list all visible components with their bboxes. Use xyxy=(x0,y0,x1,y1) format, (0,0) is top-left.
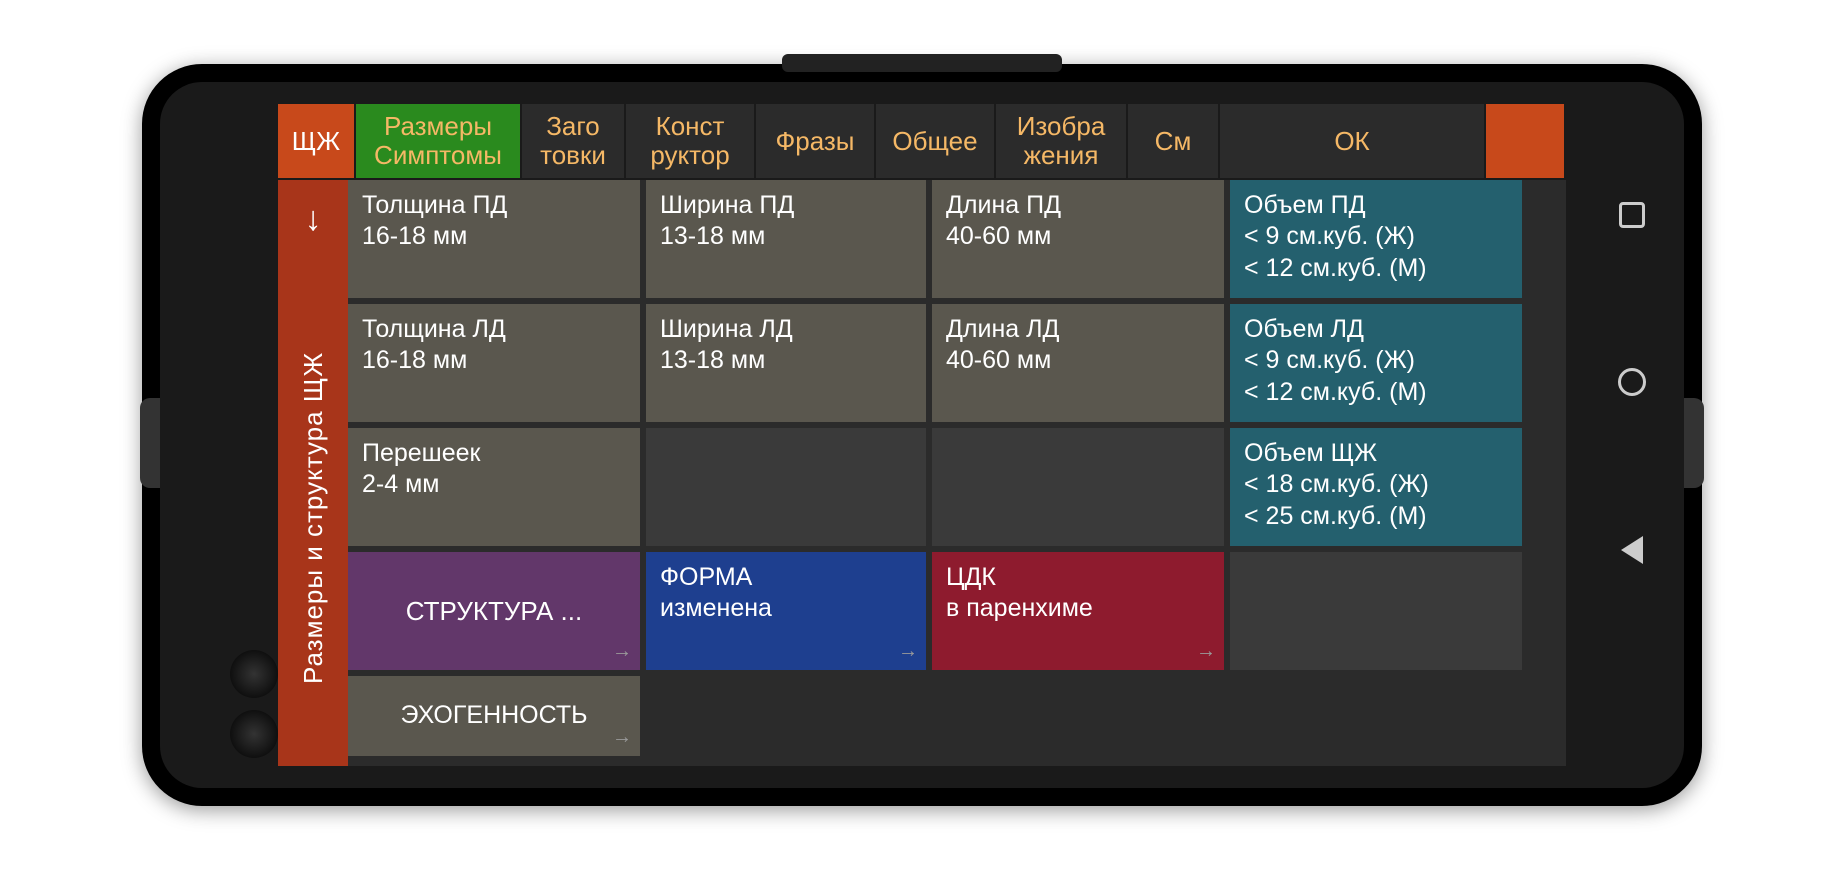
tab-organ[interactable]: ЩЖ xyxy=(278,104,356,178)
tab-label: ЩЖ xyxy=(292,127,340,156)
cell-value: < 18 см.куб. (Ж) < 25 см.куб. (М) xyxy=(1244,469,1508,532)
body-row: ↓ Размеры и структура ЩЖ Толщина ПД 16-1… xyxy=(278,180,1566,766)
tab-label: ОК xyxy=(1334,127,1369,156)
cell-value: 16-18 мм xyxy=(362,221,626,252)
sidebar: ↓ Размеры и структура ЩЖ xyxy=(278,180,348,766)
chevron-right-icon: → xyxy=(898,639,918,664)
cell-structure[interactable]: СТРУКТУРА ... → xyxy=(348,552,640,670)
tab-cm[interactable]: См xyxy=(1128,104,1220,178)
camera-lens-2 xyxy=(230,710,278,758)
cell-isthmus[interactable]: Перешеек 2-4 мм xyxy=(348,428,640,546)
tab-label: См xyxy=(1155,127,1192,156)
tab-bar: ЩЖ Размеры Симптомы Заго товки Конст рук… xyxy=(278,104,1566,180)
cell-value: 13-18 мм xyxy=(660,221,912,252)
cell-form[interactable]: ФОРМА изменена → xyxy=(646,552,926,670)
app-screen: ЩЖ Размеры Симптомы Заго товки Конст рук… xyxy=(278,104,1566,766)
cell-cdk[interactable]: ЦДК в паренхиме → xyxy=(932,552,1224,670)
tab-label: Общее xyxy=(892,127,977,156)
phone-inner: ЩЖ Размеры Симптомы Заго товки Конст рук… xyxy=(160,82,1684,788)
scroll-down-icon[interactable]: ↓ xyxy=(305,180,322,259)
cell-volume-ld[interactable]: Объем ЛД < 9 см.куб. (Ж) < 12 см.куб. (М… xyxy=(1230,304,1522,422)
cell-title: ЦДК xyxy=(946,562,1210,593)
cell-thickness-pd[interactable]: Толщина ПД 16-18 мм xyxy=(348,180,640,298)
cell-title: Длина ЛД xyxy=(946,314,1210,345)
cell-title: Длина ПД xyxy=(946,190,1210,221)
cell-length-ld[interactable]: Длина ЛД 40-60 мм xyxy=(932,304,1224,422)
cell-value: 2-4 мм xyxy=(362,469,626,500)
cell-title: Объем ЛД xyxy=(1244,314,1508,345)
cell-value: изменена xyxy=(660,593,912,624)
cell-title: ЭХОГЕННОСТЬ xyxy=(400,700,587,731)
camera-lens-1 xyxy=(230,650,278,698)
tab-label: Фразы xyxy=(775,127,854,156)
main-grid: Толщина ПД 16-18 мм Ширина ПД 13-18 мм Д… xyxy=(348,180,1566,766)
tab-images[interactable]: Изобра жения xyxy=(996,104,1128,178)
chevron-right-icon: → xyxy=(612,725,632,750)
cell-thickness-ld[interactable]: Толщина ЛД 16-18 мм xyxy=(348,304,640,422)
cell-title: ФОРМА xyxy=(660,562,912,593)
phone-frame: ЩЖ Размеры Симптомы Заго товки Конст рук… xyxy=(142,64,1702,806)
cell-volume-pd[interactable]: Объем ПД < 9 см.куб. (Ж) < 12 см.куб. (М… xyxy=(1230,180,1522,298)
cell-empty xyxy=(646,428,926,546)
cell-value: 13-18 мм xyxy=(660,345,912,376)
chevron-right-icon: → xyxy=(612,639,632,664)
cell-title: Толщина ПД xyxy=(362,190,626,221)
tab-label: Изобра жения xyxy=(1017,112,1106,169)
cell-title: Толщина ЛД xyxy=(362,314,626,345)
cell-length-pd[interactable]: Длина ПД 40-60 мм xyxy=(932,180,1224,298)
cell-value: 16-18 мм xyxy=(362,345,626,376)
tab-end-accent[interactable] xyxy=(1486,104,1566,178)
tab-label: Конст руктор xyxy=(650,112,729,169)
side-notch-left xyxy=(140,398,162,488)
tab-general[interactable]: Общее xyxy=(876,104,996,178)
cell-empty xyxy=(1230,552,1522,670)
side-notch-right xyxy=(1682,398,1704,488)
cell-volume-total[interactable]: Объем ЩЖ < 18 см.куб. (Ж) < 25 см.куб. (… xyxy=(1230,428,1522,546)
tab-label: Заго товки xyxy=(540,112,606,169)
back-icon[interactable] xyxy=(1621,536,1643,564)
tab-templates[interactable]: Заго товки xyxy=(522,104,626,178)
android-nav-bar xyxy=(1618,202,1646,564)
tab-ok[interactable]: ОК xyxy=(1220,104,1486,178)
cell-title: Ширина ЛД xyxy=(660,314,912,345)
tab-label: Размеры Симптомы xyxy=(374,112,502,169)
home-icon[interactable] xyxy=(1618,368,1646,396)
cell-title: Объем ПД xyxy=(1244,190,1508,221)
cell-empty xyxy=(932,428,1224,546)
cell-empty xyxy=(646,676,1522,756)
cell-value: < 9 см.куб. (Ж) < 12 см.куб. (М) xyxy=(1244,221,1508,284)
chevron-right-icon: → xyxy=(1196,639,1216,664)
sidebar-section-label: Размеры и структура ЩЖ xyxy=(298,259,329,766)
tab-phrases[interactable]: Фразы xyxy=(756,104,876,178)
cell-width-ld[interactable]: Ширина ЛД 13-18 мм xyxy=(646,304,926,422)
cell-title: Перешеек xyxy=(362,438,626,469)
cell-value: в паренхиме xyxy=(946,593,1210,624)
recent-apps-icon[interactable] xyxy=(1619,202,1645,228)
cell-value: 40-60 мм xyxy=(946,345,1210,376)
cell-title: Объем ЩЖ xyxy=(1244,438,1508,469)
tab-constructor[interactable]: Конст руктор xyxy=(626,104,756,178)
speaker-notch xyxy=(782,54,1062,72)
cell-title: Ширина ПД xyxy=(660,190,912,221)
cell-title: СТРУКТУРА ... xyxy=(406,595,582,628)
cell-echogenicity[interactable]: ЭХОГЕННОСТЬ → xyxy=(348,676,640,756)
tab-sizes-symptoms[interactable]: Размеры Симптомы xyxy=(356,104,522,178)
cell-value: < 9 см.куб. (Ж) < 12 см.куб. (М) xyxy=(1244,345,1508,408)
cell-value: 40-60 мм xyxy=(946,221,1210,252)
cell-width-pd[interactable]: Ширина ПД 13-18 мм xyxy=(646,180,926,298)
